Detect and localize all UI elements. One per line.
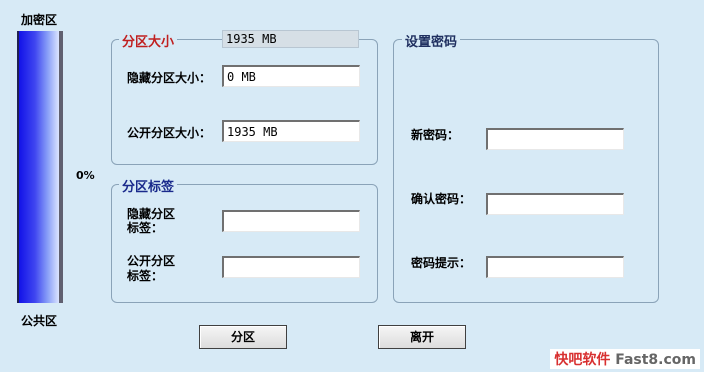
public-size-field[interactable]: 1935 MB: [222, 120, 360, 142]
password-title: 设置密码: [402, 31, 461, 50]
partition-label-group: [111, 184, 378, 303]
partition-size-group: [111, 39, 378, 165]
hidden-label-field[interactable]: [222, 210, 360, 232]
public-label-caption-line2: 标签：: [127, 269, 164, 283]
meter-percent: 0%: [76, 169, 95, 182]
public-label-field[interactable]: [222, 256, 360, 278]
partition-button[interactable]: 分区: [199, 325, 287, 349]
new-password-field[interactable]: [486, 128, 624, 150]
encryption-meter-bar: [17, 31, 63, 303]
confirm-password-label: 确认密码：: [411, 192, 472, 206]
meter-top-label: 加密区: [21, 13, 58, 27]
partition-label-title: 分区标签: [119, 176, 178, 195]
new-password-label: 新密码：: [411, 128, 460, 142]
password-hint-field[interactable]: [486, 256, 624, 278]
hidden-label-caption-line2: 标签：: [127, 221, 164, 235]
meter-bottom-label: 公共区: [21, 314, 58, 328]
watermark-brand: 快吧软件: [554, 352, 611, 368]
partition-size-title: 分区大小: [119, 31, 178, 50]
hidden-size-field[interactable]: 0 MB: [222, 65, 360, 87]
watermark-domain: Fast8.com: [615, 352, 696, 368]
confirm-password-field[interactable]: [486, 193, 624, 215]
public-size-label: 公开分区大小：: [127, 126, 212, 140]
watermark: 快吧软件 Fast8.com: [550, 349, 700, 369]
exit-button[interactable]: 离开: [378, 325, 466, 349]
hidden-size-label: 隐藏分区大小：: [127, 71, 212, 85]
total-size-display: 1935 MB: [222, 30, 359, 48]
password-hint-label: 密码提示：: [411, 256, 472, 270]
